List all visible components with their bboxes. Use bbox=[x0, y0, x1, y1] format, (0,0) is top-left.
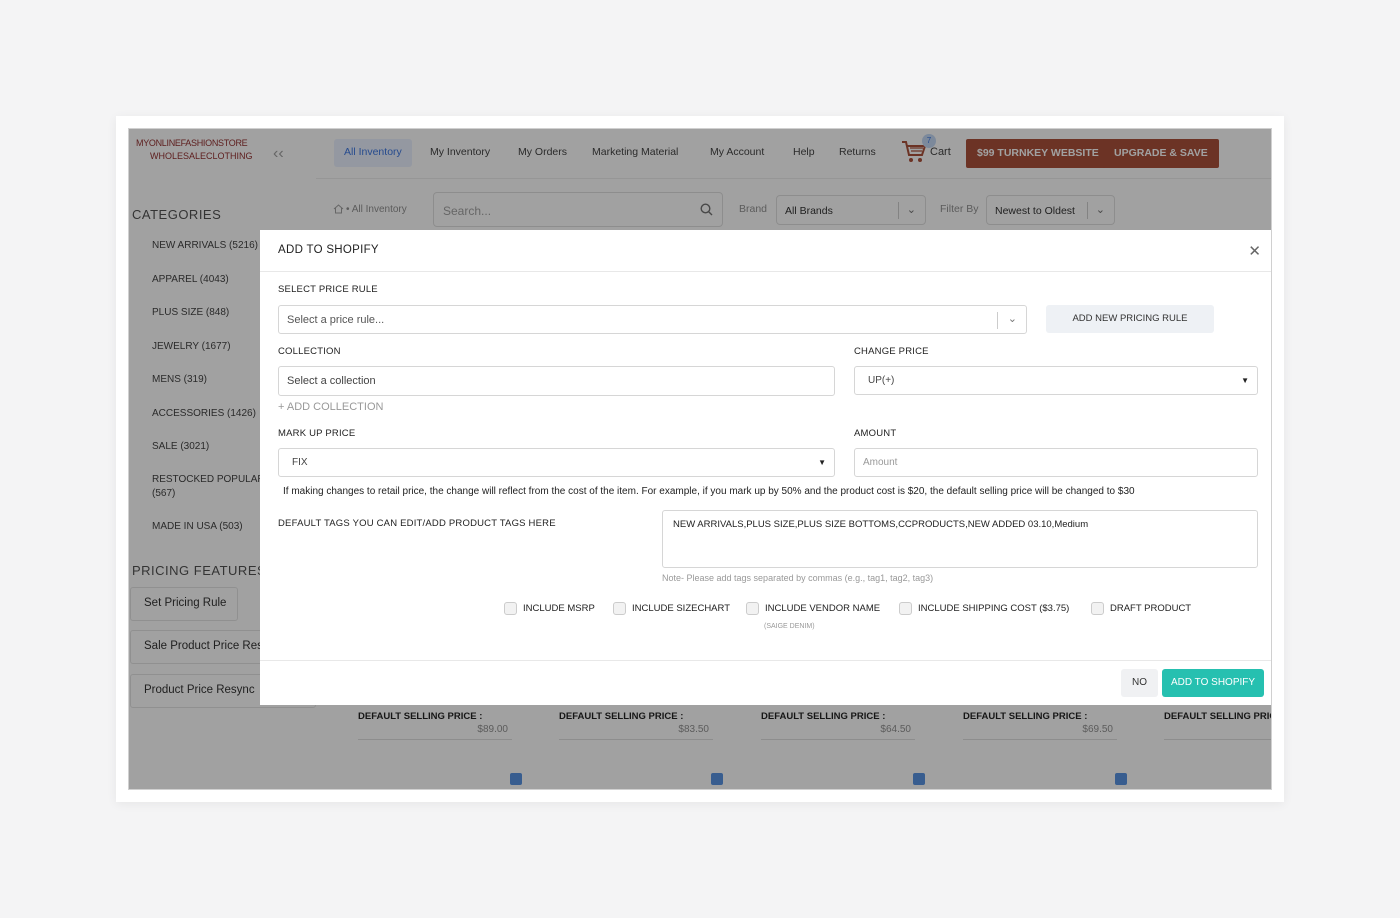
collection-select[interactable]: Select a collection bbox=[278, 366, 835, 396]
change-price-select[interactable]: UP(+) ▼ bbox=[854, 366, 1258, 395]
add-to-shopify-button[interactable]: ADD TO SHOPIFY bbox=[1162, 669, 1264, 697]
include-shipping-cost-label: INCLUDE SHIPPING COST ($3.75) bbox=[918, 603, 1070, 614]
change-price-label: CHANGE PRICE bbox=[854, 346, 929, 357]
checkbox-box[interactable] bbox=[746, 602, 759, 615]
amount-label: AMOUNT bbox=[854, 428, 897, 439]
markup-label: MARK UP PRICE bbox=[278, 428, 356, 439]
tags-textarea[interactable]: NEW ARRIVALS,PLUS SIZE,PLUS SIZE BOTTOMS… bbox=[662, 510, 1258, 568]
modal-header: ADD TO SHOPIFY ✕ bbox=[260, 230, 1271, 272]
dropdown-arrow-icon: ▼ bbox=[1241, 376, 1249, 385]
modal-title: ADD TO SHOPIFY bbox=[278, 244, 379, 256]
add-new-pricing-rule-button[interactable]: ADD NEW PRICING RULE bbox=[1046, 305, 1214, 333]
markup-value: FIX bbox=[292, 457, 308, 468]
price-rule-label: SELECT PRICE RULE bbox=[278, 284, 378, 295]
app-window: MYONLINEFASHIONSTORE WHOLESALECLOTHING ‹… bbox=[128, 128, 1272, 790]
include-vendor-name-label: INCLUDE VENDOR NAME bbox=[765, 603, 881, 614]
markup-note: If making changes to retail price, the c… bbox=[283, 486, 1135, 497]
checkbox-box[interactable] bbox=[613, 602, 626, 615]
add-to-shopify-modal: ADD TO SHOPIFY ✕ SELECT PRICE RULE Selec… bbox=[260, 230, 1271, 705]
change-price-value: UP(+) bbox=[868, 375, 895, 386]
draft-product-label: DRAFT PRODUCT bbox=[1110, 603, 1192, 614]
price-rule-separator bbox=[997, 312, 998, 329]
draft-product-checkbox[interactable]: DRAFT PRODUCT bbox=[1091, 602, 1191, 615]
include-sizechart-label: INCLUDE SIZECHART bbox=[632, 603, 731, 614]
collection-label: COLLECTION bbox=[278, 346, 341, 357]
tags-note: Note- Please add tags separated by comma… bbox=[662, 573, 934, 583]
checkbox-box[interactable] bbox=[504, 602, 517, 615]
price-rule-select[interactable]: Select a price rule... ⌄ bbox=[278, 305, 1027, 334]
include-sizechart-checkbox[interactable]: INCLUDE SIZECHART bbox=[613, 602, 730, 615]
collection-placeholder: Select a collection bbox=[287, 375, 376, 387]
no-button[interactable]: NO bbox=[1121, 669, 1158, 697]
include-msrp-label: INCLUDE MSRP bbox=[523, 603, 595, 614]
vendor-name-sub: (SAIGE DENIM) bbox=[764, 623, 815, 630]
tags-value: NEW ARRIVALS,PLUS SIZE,PLUS SIZE BOTTOMS… bbox=[673, 519, 1089, 530]
include-msrp-checkbox[interactable]: INCLUDE MSRP bbox=[504, 602, 595, 615]
chevron-down-icon: ⌄ bbox=[1007, 313, 1017, 325]
app-frame: MYONLINEFASHIONSTORE WHOLESALECLOTHING ‹… bbox=[116, 116, 1284, 802]
include-shipping-cost-checkbox[interactable]: INCLUDE SHIPPING COST ($3.75) bbox=[899, 602, 1069, 615]
include-vendor-name-checkbox[interactable]: INCLUDE VENDOR NAME bbox=[746, 602, 880, 615]
tags-label: DEFAULT TAGS YOU CAN EDIT/ADD PRODUCT TA… bbox=[278, 518, 556, 529]
amount-placeholder: Amount bbox=[863, 457, 898, 468]
amount-input[interactable]: Amount bbox=[854, 448, 1258, 477]
close-icon[interactable]: ✕ bbox=[1248, 242, 1261, 260]
modal-footer: NO ADD TO SHOPIFY bbox=[260, 660, 1271, 705]
markup-select[interactable]: FIX ▼ bbox=[278, 448, 835, 477]
checkbox-box[interactable] bbox=[1091, 602, 1104, 615]
dropdown-arrow-icon: ▼ bbox=[818, 458, 826, 467]
price-rule-placeholder: Select a price rule... bbox=[287, 313, 385, 326]
checkbox-box[interactable] bbox=[899, 602, 912, 615]
add-collection-link[interactable]: + ADD COLLECTION bbox=[278, 401, 383, 413]
